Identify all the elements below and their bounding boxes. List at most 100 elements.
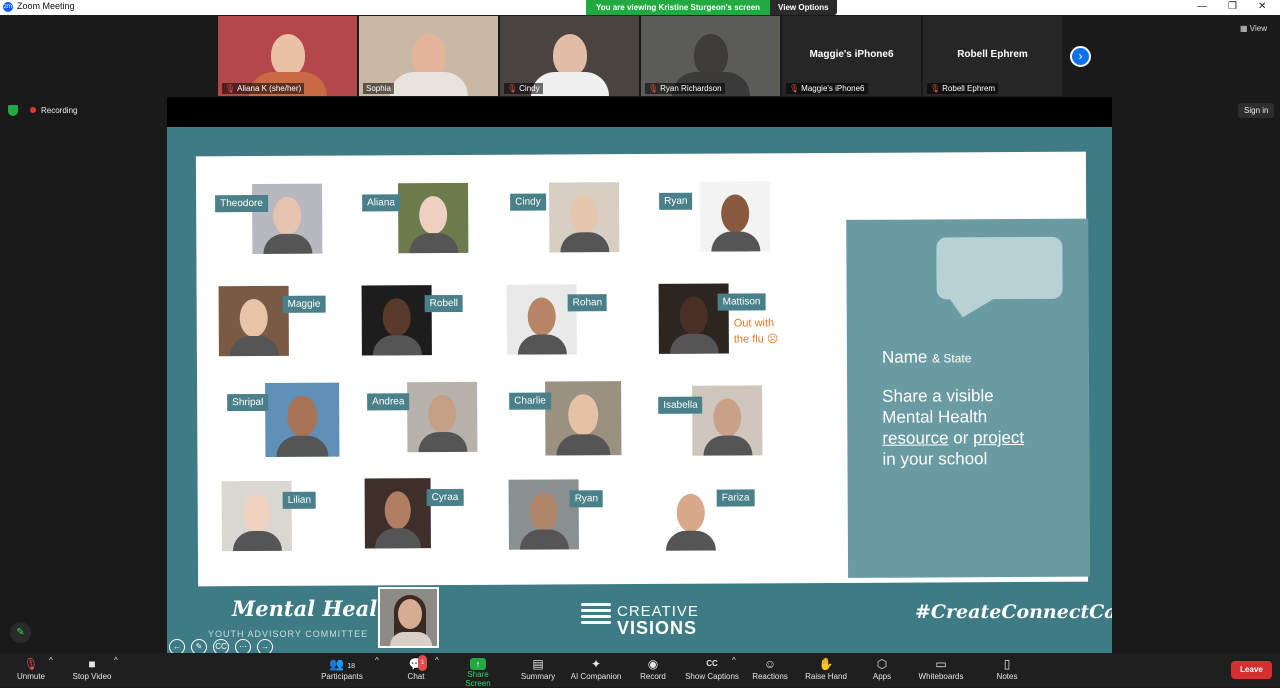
ai-companion-button[interactable]: ✦ AI Companion [568, 656, 624, 681]
next-slide-icon[interactable]: → [257, 639, 273, 653]
participant-photo [398, 182, 469, 254]
toolbar-label: Whiteboards [918, 672, 964, 681]
photo-head [382, 297, 411, 337]
photo-body [232, 531, 282, 552]
stop-video-button[interactable]: ■ Stop Video [70, 656, 114, 681]
toolbar-label: Summary [520, 672, 556, 681]
photo-body [702, 435, 752, 456]
captions-caret-icon[interactable]: ^ [732, 656, 736, 665]
photo-body [229, 336, 279, 357]
unmute-button[interactable]: 🎙 Unmute [15, 656, 47, 681]
viewing-message: You are viewing Kristine Sturgeon's scre… [586, 0, 771, 15]
sign-in-button[interactable]: Sign in [1238, 103, 1275, 118]
mic-muted-icon: 🎙 [648, 84, 659, 93]
toolbar-label: Record [640, 672, 666, 681]
photo-head [529, 492, 558, 531]
whiteboards-button[interactable]: ▭ Whiteboards [916, 656, 966, 681]
apps-button[interactable]: ⬡ Apps [870, 656, 894, 681]
participant-photo [506, 284, 577, 355]
notes-button[interactable]: ▯ Notes [994, 656, 1020, 681]
participant-tile[interactable]: 🎙 Ryan Richardson [641, 16, 780, 96]
photo-head [721, 194, 750, 233]
view-options-button[interactable]: View Options [770, 0, 837, 15]
toolbar-label: Raise Hand [805, 672, 847, 681]
close-icon[interactable]: ✕ [1258, 0, 1266, 14]
security-shield-icon[interactable] [8, 105, 18, 116]
photo-head [384, 490, 412, 530]
video-camera-icon: ■ [88, 657, 96, 671]
share-glyph: ↑ [470, 658, 486, 670]
photo-head [679, 296, 708, 335]
callout-or: or [953, 428, 969, 448]
flu-note: Out with the flu ☹ [734, 315, 779, 347]
reactions-button[interactable]: ☺ Reactions [750, 656, 790, 681]
photo-head [239, 298, 268, 338]
captions-toggle-icon[interactable]: CC [213, 639, 229, 653]
participant-tile[interactable]: 🎙 Aliana K (she/her) [218, 16, 357, 96]
photo-body [262, 234, 312, 254]
photo-body [519, 529, 569, 550]
name-tag: Aliana [362, 194, 400, 212]
callout-project: project [973, 428, 1025, 448]
participant-photo [545, 381, 622, 456]
prompt-callout: Name & State Share a visible Mental Heal… [846, 218, 1091, 578]
chat-caret-icon[interactable]: ^ [435, 656, 439, 665]
share-screen-button[interactable]: ↑ Share Screen [454, 656, 502, 688]
recording-indicator[interactable]: Recording [30, 106, 77, 115]
toolbar-label: Unmute [16, 672, 45, 681]
participant-name: Sophia [363, 83, 394, 94]
participant-tile[interactable]: Maggie's iPhone6 🎙 Maggie's iPhone6 [782, 16, 921, 96]
minimize-icon[interactable]: — [1197, 0, 1207, 14]
raise-hand-button[interactable]: ✋ Raise Hand [804, 656, 848, 681]
logo-line [581, 615, 611, 618]
participant-name-text: Cindy [519, 84, 540, 93]
presenter-body [390, 632, 432, 646]
toolbar-label: Participants [321, 672, 363, 681]
participants-caret-icon[interactable]: ^ [375, 656, 379, 665]
audio-options-caret-icon[interactable]: ^ [49, 656, 53, 665]
photo-head [567, 394, 599, 436]
video-options-caret-icon[interactable]: ^ [114, 656, 118, 665]
toolbar-label: Stop Video [72, 672, 112, 681]
photo-body [669, 334, 719, 354]
name-tag: Mattison [717, 293, 766, 311]
mic-muted-icon: 🎙 [225, 84, 236, 93]
callout-resource: resource [882, 428, 949, 448]
leave-button[interactable]: Leave [1231, 661, 1272, 679]
more-options-icon[interactable]: ⋯ [235, 639, 251, 653]
record-icon: ◉ [647, 657, 659, 671]
callout-line4: in your school [882, 449, 988, 469]
chat-button[interactable]: 💬 1 Chat [404, 655, 428, 681]
participant-photo [700, 181, 771, 252]
participant-name: 🎙 Cindy [504, 83, 543, 94]
raise-hand-icon: ✋ [818, 657, 834, 671]
participant-body [389, 72, 468, 96]
record-button[interactable]: ◉ Record [637, 656, 669, 681]
summary-button[interactable]: ▤ Summary [518, 656, 558, 681]
view-button[interactable]: ▦ View [1240, 24, 1267, 33]
participant-count: 18 [347, 663, 356, 670]
restore-icon[interactable]: ❐ [1228, 0, 1237, 14]
participants-glyph: 👥 [328, 657, 344, 671]
participant-display-name: Maggie's iPhone6 [809, 49, 894, 60]
notes-icon: ▯ [1003, 657, 1011, 671]
microphone-muted-icon: 🎙 [23, 657, 39, 671]
photo-body [556, 434, 611, 456]
callout-name: Name & State [882, 347, 972, 367]
participant-head [552, 34, 587, 76]
participant-tile[interactable]: 🎙 Cindy [500, 16, 639, 96]
participant-tile-active[interactable]: Sophia [359, 16, 498, 96]
recording-label: Recording [41, 106, 78, 115]
participant-tile[interactable]: Robell Ephrem 🎙 Robell Ephrem [923, 16, 1062, 96]
participants-button[interactable]: 👥 18 Participants [320, 656, 364, 681]
photo-body [559, 232, 609, 253]
participant-head [270, 34, 305, 76]
annotate-icon[interactable]: ✎ [191, 639, 207, 653]
chat-badge: 1 [418, 655, 428, 671]
toolbar-label: Show Captions [685, 672, 739, 681]
mic-muted-icon: 🎙 [507, 84, 518, 93]
participant-name: 🎙 Ryan Richardson [645, 83, 725, 94]
annotation-pen-icon[interactable]: ✎ [10, 622, 31, 643]
next-page-icon[interactable]: › [1070, 46, 1091, 67]
previous-slide-icon[interactable]: ← [169, 639, 185, 653]
